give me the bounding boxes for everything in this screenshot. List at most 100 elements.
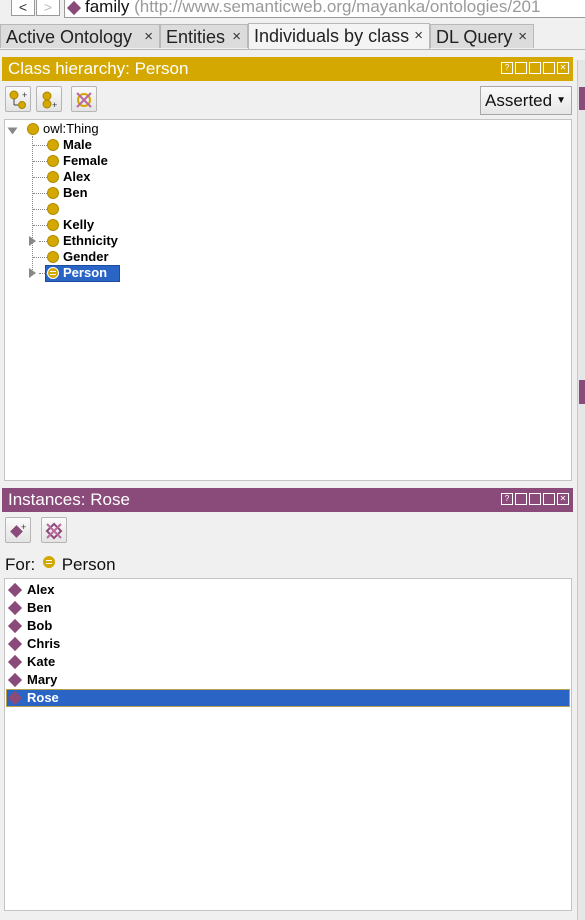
list-item[interactable]: Ben xyxy=(6,599,570,617)
individual-icon xyxy=(7,636,23,652)
close-icon[interactable]: ✕ xyxy=(557,493,569,505)
help-icon[interactable]: ? xyxy=(501,62,513,74)
individual-label: Alex xyxy=(27,582,55,597)
class-hierarchy-header: Class hierarchy: Person ? ✕ xyxy=(2,57,573,81)
tab-label: Active Ontology xyxy=(6,27,133,47)
tab-label: Individuals by class xyxy=(254,26,410,46)
class-icon xyxy=(47,251,59,263)
add-subclass-button[interactable]: + xyxy=(5,86,31,112)
for-class-line: For: Person xyxy=(5,554,116,576)
split-icon[interactable] xyxy=(515,493,527,505)
tree-item[interactable]: Gender xyxy=(63,249,109,265)
individual-label: Bob xyxy=(27,618,53,633)
view-controls: ? ✕ xyxy=(499,62,569,76)
tab-strip: Active Ontology × Entities × Individuals… xyxy=(0,22,585,50)
adjacent-view-header xyxy=(579,87,585,110)
class-icon xyxy=(47,187,59,199)
ontology-selector[interactable]: family (http://www.semanticweb.org/mayan… xyxy=(64,0,585,18)
class-icon xyxy=(47,203,59,215)
individual-icon xyxy=(7,600,23,616)
individual-label: Mary xyxy=(27,672,58,687)
list-item[interactable]: Mary xyxy=(6,671,570,689)
list-item[interactable]: Kate xyxy=(6,653,570,671)
instances-list: Alex Ben Bob Chris Kate Mary Rose xyxy=(4,578,572,911)
maximize-icon[interactable] xyxy=(543,62,555,74)
close-icon[interactable]: ✕ xyxy=(557,62,569,74)
individual-label: Chris xyxy=(27,636,61,651)
class-icon xyxy=(47,171,59,183)
adjacent-view-edge xyxy=(577,60,585,920)
svg-text:+: + xyxy=(21,522,26,532)
tree-item[interactable]: Alex xyxy=(63,169,90,185)
tree-item[interactable]: Kelly xyxy=(63,217,94,233)
tab-entities[interactable]: Entities × xyxy=(160,24,248,48)
individual-label: Rose xyxy=(27,690,59,705)
minimize-icon[interactable] xyxy=(529,62,541,74)
class-icon xyxy=(47,219,59,231)
add-subclass-icon: + xyxy=(9,90,27,109)
add-sibling-class-button[interactable]: + xyxy=(36,86,62,112)
address-bar: < > family (http://www.semanticweb.org/m… xyxy=(0,0,585,20)
view-controls: ? ✕ xyxy=(499,493,569,507)
class-tree: owl:Thing Male Female Alex Ben Kelly Eth… xyxy=(4,119,572,481)
expand-icon[interactable] xyxy=(29,236,36,246)
tree-item-selected[interactable]: Person xyxy=(63,265,107,281)
ontology-iri: (http://www.semanticweb.org/mayanka/onto… xyxy=(134,0,541,16)
delete-individual-button[interactable] xyxy=(41,517,67,543)
svg-text:+: + xyxy=(22,90,27,100)
close-icon[interactable]: × xyxy=(518,25,527,49)
tab-label: DL Query xyxy=(436,27,513,47)
help-icon[interactable]: ? xyxy=(501,493,513,505)
individual-label: Ben xyxy=(27,600,52,615)
adjacent-view-header xyxy=(579,380,585,404)
back-button[interactable]: < xyxy=(11,0,35,16)
for-label: For: xyxy=(5,555,36,574)
list-item[interactable]: Alex xyxy=(6,581,570,599)
panel-title: Class hierarchy: Person xyxy=(8,59,189,78)
view-mode-value: Asserted xyxy=(485,91,553,110)
instances-header: Instances: Rose ? ✕ xyxy=(2,488,573,512)
tab-active-ontology[interactable]: Active Ontology × xyxy=(0,24,160,48)
individual-icon xyxy=(7,672,23,688)
class-icon xyxy=(47,235,59,247)
delete-class-button[interactable] xyxy=(71,86,97,112)
minimize-icon[interactable] xyxy=(529,493,541,505)
class-icon xyxy=(47,139,59,151)
ontology-icon xyxy=(66,0,82,15)
individual-icon xyxy=(7,582,23,598)
view-mode-select[interactable]: Asserted ▼ xyxy=(480,86,572,115)
individual-label: Kate xyxy=(27,654,56,669)
individual-icon xyxy=(7,618,23,634)
add-sibling-icon: + xyxy=(42,91,57,110)
close-icon[interactable]: × xyxy=(414,24,423,48)
ontology-name: family xyxy=(85,0,130,16)
tree-item[interactable]: Female xyxy=(63,153,108,169)
tab-individuals-by-class[interactable]: Individuals by class × xyxy=(248,23,430,49)
list-item-selected[interactable]: Rose xyxy=(6,689,570,707)
tree-item[interactable]: Male xyxy=(63,137,92,153)
close-icon[interactable]: × xyxy=(232,25,241,49)
defined-class-icon xyxy=(47,267,59,279)
close-icon[interactable]: × xyxy=(144,25,153,49)
delete-class-icon xyxy=(76,92,92,108)
individual-icon xyxy=(7,654,23,670)
class-icon xyxy=(47,155,59,167)
tree-item[interactable]: Ethnicity xyxy=(63,233,118,249)
tree-item[interactable]: Ben xyxy=(63,185,88,201)
chevron-down-icon: ▼ xyxy=(556,95,566,106)
forward-button[interactable]: > xyxy=(36,0,60,16)
collapse-icon[interactable] xyxy=(7,127,18,135)
tree-connector xyxy=(32,136,33,274)
split-icon[interactable] xyxy=(515,62,527,74)
maximize-icon[interactable] xyxy=(543,493,555,505)
add-individual-icon: + xyxy=(10,522,26,538)
tab-dl-query[interactable]: DL Query × xyxy=(430,24,534,48)
expand-icon[interactable] xyxy=(29,268,36,278)
list-item[interactable]: Chris xyxy=(6,635,570,653)
svg-text:+: + xyxy=(52,100,57,110)
delete-individual-icon xyxy=(45,522,63,540)
tree-root[interactable]: owl:Thing xyxy=(43,121,99,137)
add-individual-button[interactable]: + xyxy=(5,517,31,543)
list-item[interactable]: Bob xyxy=(6,617,570,635)
for-class-name[interactable]: Person xyxy=(62,555,116,574)
